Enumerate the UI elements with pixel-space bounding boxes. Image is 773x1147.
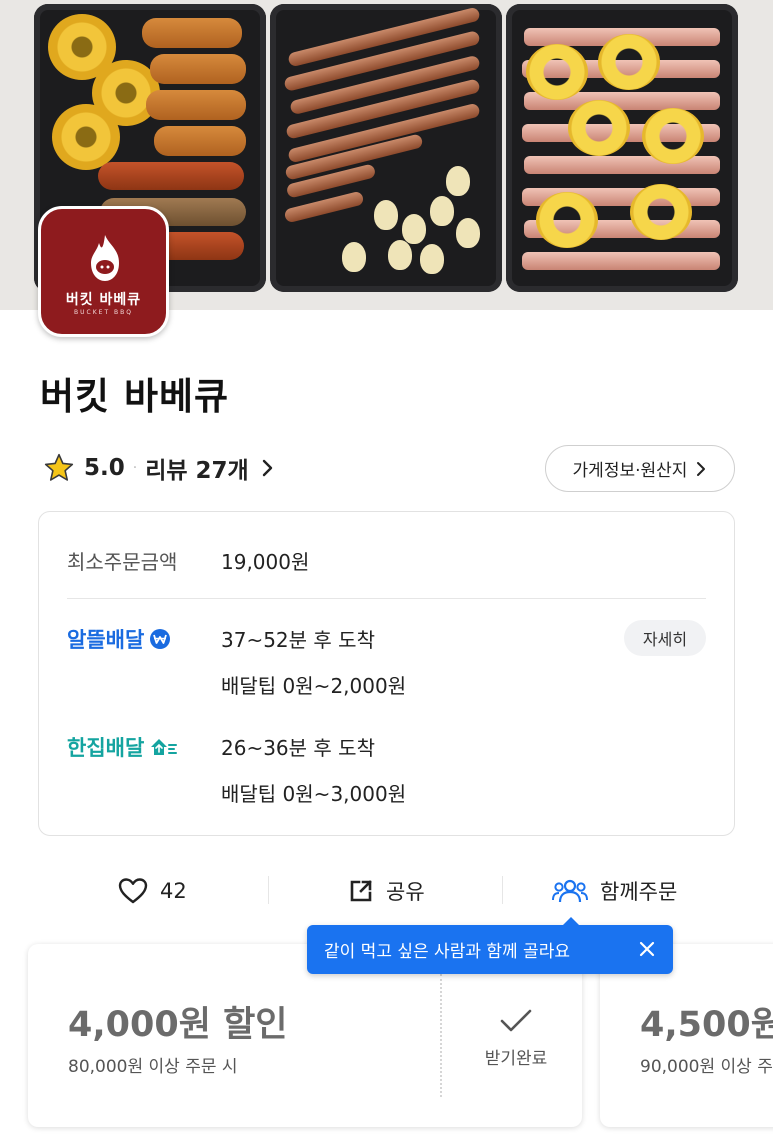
- coupon-condition: 80,000원 이상 주문 시: [68, 1057, 238, 1077]
- group-order-label: 함께주문: [600, 880, 678, 904]
- home-speed-icon: [151, 739, 178, 755]
- min-order-value: 19,000원: [221, 550, 310, 574]
- delivery-time-saver: 37~52분 후 도착: [221, 628, 375, 652]
- pineapple: [598, 34, 660, 90]
- review-count-link[interactable]: 리뷰 27개: [145, 451, 249, 485]
- pineapple: [630, 184, 692, 240]
- delivery-info-card: 최소주문금액 19,000원 알뜰배달 37~52분 후 도착 배달팁 0원~2…: [38, 511, 735, 836]
- chevron-right-icon: [262, 459, 272, 477]
- like-button[interactable]: 42: [118, 862, 187, 920]
- delivery-option-name-single: 한집배달: [67, 732, 178, 762]
- chicken-wing: [142, 18, 242, 48]
- garlic: [446, 166, 470, 196]
- chicken-wing: [154, 126, 246, 156]
- garlic: [388, 240, 412, 270]
- coupon-received-status[interactable]: 받기완료: [468, 1008, 564, 1069]
- garlic: [420, 244, 444, 274]
- chicken-wing: [150, 54, 246, 84]
- divider: [268, 876, 269, 904]
- store-name: 버킷 바베큐: [40, 375, 230, 418]
- delivery-option-name-saver: 알뜰배달: [67, 624, 172, 654]
- rating-row[interactable]: 5.0 · 리뷰 27개: [42, 452, 275, 484]
- logo-text-english: BUCKET BBQ: [74, 309, 133, 316]
- store-action-bar: 42 공유 함께주문: [0, 862, 773, 920]
- garlic: [402, 214, 426, 244]
- flame-pig-icon: [91, 235, 119, 281]
- check-icon: [500, 1009, 532, 1032]
- group-order-button[interactable]: 함께주문: [552, 862, 677, 920]
- coupon-perforation: [440, 974, 442, 1097]
- rating-separator: ·: [132, 460, 138, 476]
- group-order-tooltip: 같이 먹고 싶은 사람과 함께 골라요: [307, 917, 673, 974]
- pineapple: [526, 44, 588, 100]
- close-icon[interactable]: [637, 939, 657, 959]
- garlic: [456, 218, 480, 248]
- corn: [52, 104, 120, 170]
- min-order-label: 최소주문금액: [67, 550, 178, 574]
- garlic: [374, 200, 398, 230]
- store-logo: 버킷 바베큐 BUCKET BBQ: [38, 206, 169, 337]
- delivery-tip-single: 배달팁 0원~3,000원: [221, 782, 407, 806]
- food-tray-duck-garlic: [270, 4, 502, 292]
- sausage: [98, 162, 244, 190]
- pineapple: [536, 192, 598, 248]
- star-icon: [44, 453, 74, 481]
- coupon-amount: 4,500원: [640, 1005, 773, 1045]
- pineapple: [568, 100, 630, 156]
- coupon-status-label: 받기완료: [484, 1049, 548, 1069]
- food-tray-bacon-pineapple: [506, 4, 738, 292]
- share-icon: [350, 880, 372, 902]
- delivery-time-single: 26~36분 후 도착: [221, 736, 375, 760]
- divider: [502, 876, 503, 904]
- heart-icon: [118, 878, 148, 904]
- divider: [67, 598, 706, 599]
- rating-value: 5.0: [84, 455, 125, 481]
- pineapple: [642, 108, 704, 164]
- garlic: [430, 196, 454, 226]
- group-users-icon: [552, 879, 588, 903]
- won-badge-icon: [150, 629, 171, 649]
- bacon-slice: [522, 252, 720, 270]
- share-label: 공유: [386, 880, 425, 904]
- store-info-origin-button[interactable]: 가게정보·원산지: [545, 445, 735, 492]
- logo-text-korean: 버킷 바베큐: [65, 292, 142, 308]
- chicken-wing: [146, 90, 246, 120]
- delivery-tip-saver: 배달팁 0원~2,000원: [221, 674, 407, 698]
- store-info-label: 가게정보·원산지: [572, 461, 688, 481]
- delivery-detail-button[interactable]: 자세히: [624, 620, 706, 656]
- chevron-right-icon: [697, 461, 706, 476]
- share-button[interactable]: 공유: [348, 862, 425, 920]
- coupon-amount: 4,000원 할인: [68, 1005, 288, 1045]
- tooltip-text: 같이 먹고 싶은 사람과 함께 골라요: [324, 942, 570, 962]
- like-count: 42: [160, 879, 187, 903]
- coupon-condition: 90,000원 이상 주: [640, 1057, 773, 1077]
- garlic: [342, 242, 366, 272]
